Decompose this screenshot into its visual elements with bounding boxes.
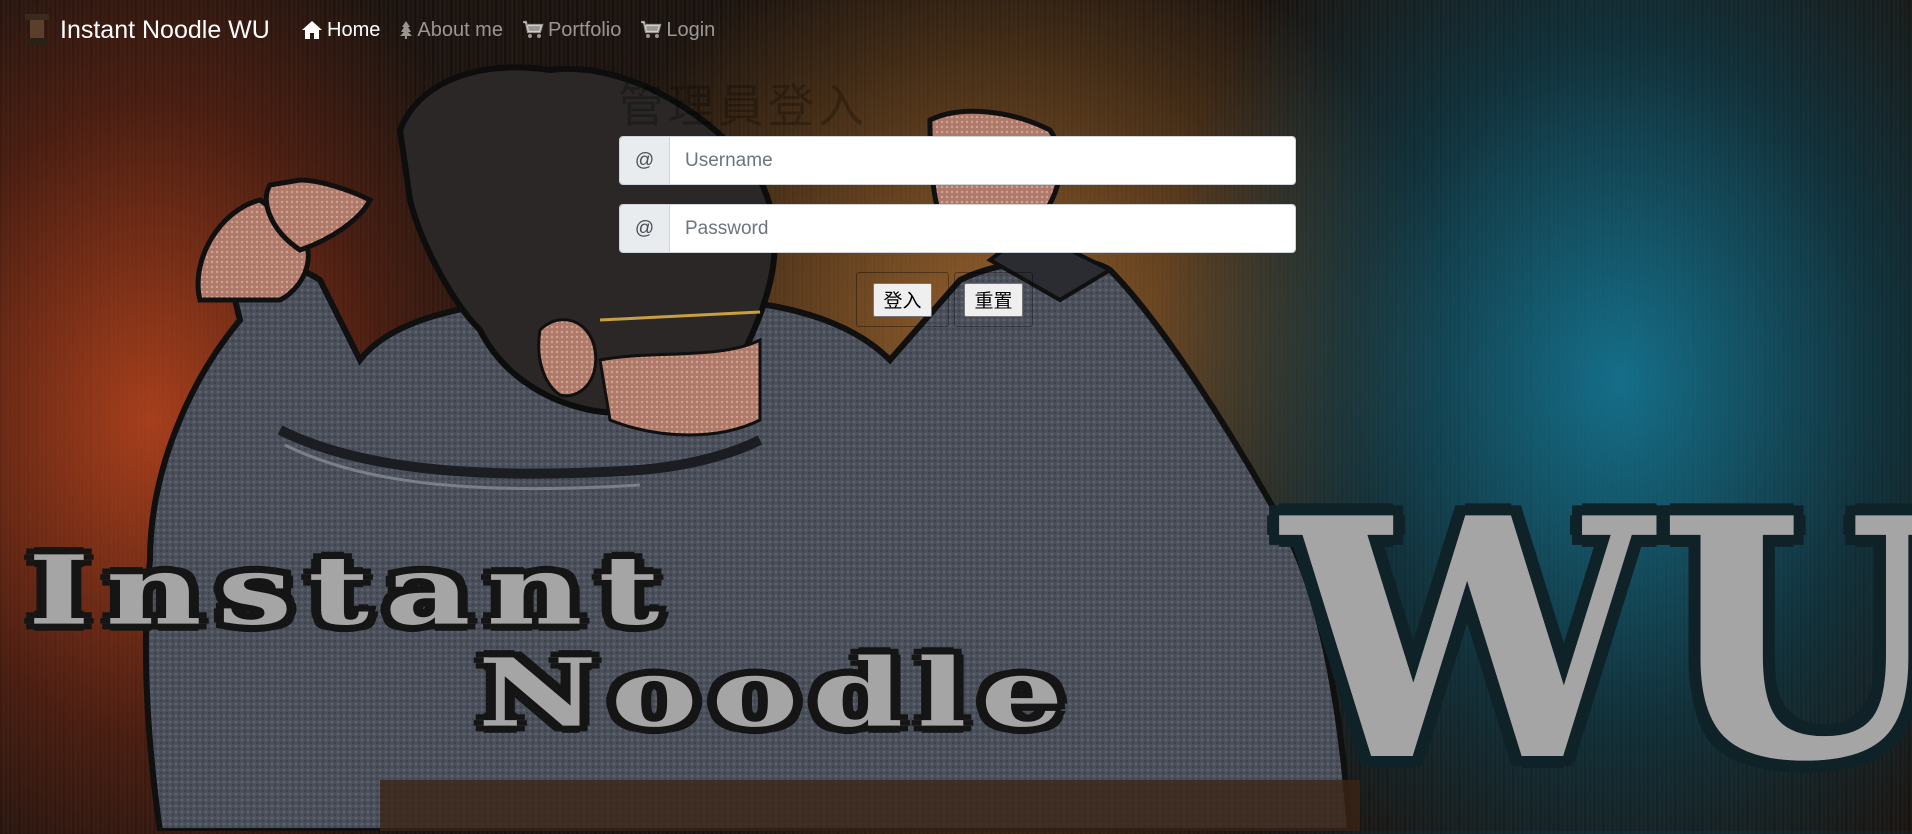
- password-input-group: @: [619, 204, 1296, 253]
- cart-icon: [641, 20, 662, 38]
- username-addon: @: [620, 137, 670, 184]
- top-navbar: Instant Noodle WU Home About me Portfoli…: [0, 0, 1912, 60]
- nav-item-about[interactable]: About me: [399, 17, 503, 43]
- username-input[interactable]: [670, 137, 1295, 184]
- nav-item-home[interactable]: Home: [301, 17, 380, 43]
- nav-item-portfolio-label: Portfolio: [547, 19, 622, 41]
- login-submit-button[interactable]: 登入: [873, 282, 932, 317]
- nav-item-login[interactable]: Login: [640, 17, 715, 43]
- username-input-group: @: [619, 136, 1296, 185]
- home-icon: [302, 21, 322, 39]
- reset-button-frame: 重置: [954, 272, 1033, 327]
- login-title: 管理員登入: [618, 79, 868, 133]
- brand-name[interactable]: Instant Noodle WU: [60, 14, 270, 46]
- hero-person-image: [142, 64, 1360, 831]
- nav-item-about-label: About me: [417, 19, 503, 41]
- password-addon: @: [620, 205, 670, 252]
- password-input[interactable]: [670, 205, 1295, 252]
- nav-item-home-label: Home: [327, 19, 381, 41]
- cart-icon: [522, 20, 544, 38]
- nav-item-login-label: Login: [666, 19, 716, 41]
- login-reset-button[interactable]: 重置: [964, 282, 1023, 317]
- brand-logo-icon[interactable]: [22, 12, 52, 48]
- submit-button-frame: 登入: [856, 272, 949, 327]
- nav-menu: Home About me Portfolio Login: [301, 17, 734, 43]
- tree-icon: [400, 21, 413, 39]
- nav-item-portfolio[interactable]: Portfolio: [522, 17, 621, 43]
